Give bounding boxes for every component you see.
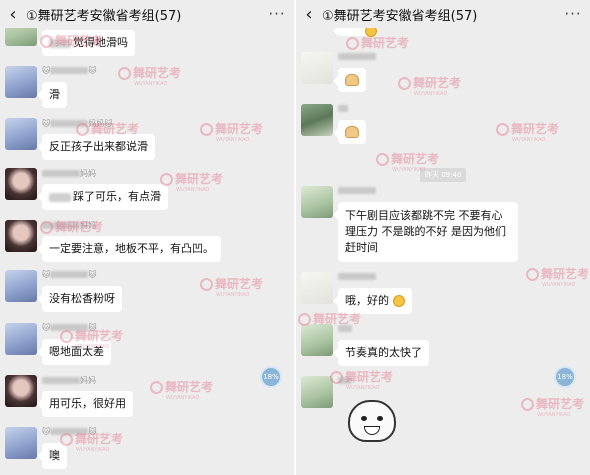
- watermark: 舞研艺考 WUYANYIKAO: [496, 120, 559, 143]
- avatar[interactable]: [301, 376, 333, 408]
- sender-name: [338, 52, 376, 61]
- sender-name: 🐱 妈妈🐱: [42, 119, 113, 128]
- watermark: 舞研艺考 WUYANYIKAO: [398, 74, 461, 97]
- left-chat-panel: ‹ ①舞研艺考安徽省考组(57) ··· 觉得地滑吗 🐱 🐱 滑 🐱 妈妈🐱 反正孩…: [0, 0, 294, 475]
- sender-name: 妈妈: [42, 168, 96, 179]
- sender-name: [338, 272, 376, 281]
- sender-name: [338, 324, 352, 333]
- message-bubble[interactable]: 噢: [37, 443, 67, 469]
- avatar[interactable]: [301, 52, 333, 84]
- more-icon: ···: [564, 5, 582, 23]
- message-bubble[interactable]: 一定要注意，地板不平，有凸凹。: [37, 236, 221, 262]
- back-button[interactable]: ‹: [296, 0, 322, 28]
- more-button[interactable]: ···: [556, 5, 590, 23]
- watermark: 舞研艺考 WUYANYIKAO: [200, 120, 263, 143]
- chat-header: ‹ ①舞研艺考安徽省考组(57) ···: [0, 0, 294, 28]
- avatar[interactable]: [301, 186, 333, 218]
- message-bubble[interactable]: 用可乐，很好用: [37, 391, 133, 417]
- message-text: 滑: [49, 88, 60, 101]
- progress-indicator[interactable]: 18%: [260, 366, 282, 388]
- message-text: 觉得地滑吗: [73, 36, 128, 49]
- sender-name: 🐱 🐱: [42, 66, 97, 75]
- message-text: 用可乐，很好用: [49, 397, 126, 410]
- redacted-name: [49, 38, 71, 48]
- message-bubble[interactable]: 嗯地面太差: [37, 339, 111, 365]
- sticker-bubble[interactable]: [333, 68, 366, 92]
- message-text: 下午剧目应该都跳不完 不要有心理压力 不是跳的不好 是因为他们赶时间: [345, 209, 506, 254]
- avatar[interactable]: [5, 427, 37, 459]
- sender-name: [338, 186, 376, 195]
- message-text: 噢: [49, 449, 60, 462]
- sticker-icon: [345, 126, 359, 138]
- sender-name: [338, 376, 352, 385]
- avatar[interactable]: [5, 270, 37, 302]
- avatar[interactable]: [5, 375, 37, 407]
- watermark: 舞研艺考 WUYANYIKAO: [150, 378, 213, 401]
- more-button[interactable]: ···: [260, 5, 294, 23]
- sender-name-suffix: 妈妈: [88, 119, 105, 128]
- timestamp-chip: 昨天 09:40: [420, 168, 467, 182]
- sender-name-suffix: 妈妈: [80, 376, 96, 385]
- sticker-bubble[interactable]: [333, 120, 366, 144]
- sender-name-suffix: 妈妈: [80, 221, 96, 230]
- message-bubble[interactable]: 觉得地滑吗: [37, 30, 135, 56]
- more-icon: ···: [268, 5, 286, 23]
- avatar[interactable]: [301, 272, 333, 304]
- cat-sticker[interactable]: [348, 400, 396, 442]
- message-text: 节奏真的太快了: [345, 346, 422, 359]
- avatar[interactable]: [5, 118, 37, 150]
- sender-name: 妈妈: [42, 220, 96, 231]
- sender-name: [338, 104, 348, 113]
- watermark: 舞研艺考 WUYANYIKAO: [200, 275, 263, 298]
- avatar[interactable]: [5, 220, 37, 252]
- chat-title: ①舞研艺考安徽省考组(57): [26, 8, 182, 24]
- chat-header: ‹ ①舞研艺考安徽省考组(57) ···: [296, 0, 590, 28]
- message-text: 哦，好的: [345, 294, 389, 307]
- message-bubble[interactable]: 滑: [37, 82, 67, 108]
- back-button[interactable]: ‹: [0, 0, 26, 28]
- message-text: 反正孩子出来都说滑: [49, 140, 148, 153]
- progress-indicator[interactable]: 18%: [554, 366, 576, 388]
- sender-name: 🐱 🐱: [42, 427, 97, 436]
- avatar[interactable]: [5, 323, 37, 355]
- redacted-name: [49, 192, 71, 202]
- smile-emoji-icon: [392, 295, 405, 307]
- sticker-icon: [345, 74, 359, 86]
- message-bubble[interactable]: 下午剧目应该都跳不完 不要有心理压力 不是跳的不好 是因为他们赶时间: [333, 202, 518, 262]
- chevron-left-icon: ‹: [305, 3, 313, 25]
- avatar[interactable]: [301, 104, 333, 136]
- message-bubble[interactable]: 没有松香粉呀: [37, 286, 122, 312]
- sender-name: 🐱 🐱: [42, 323, 97, 332]
- sender-name: 🐱 🐱: [42, 270, 97, 279]
- chat-title: ①舞研艺考安徽省考组(57): [322, 8, 478, 24]
- message-text: 没有松香粉呀: [49, 292, 115, 305]
- message-text: 嗯地面太差: [49, 345, 104, 358]
- chevron-left-icon: ‹: [9, 3, 17, 25]
- message-text: 一定要注意，地板不平，有凸凹。: [49, 242, 214, 255]
- sender-name: 妈妈: [42, 375, 96, 386]
- message-bubble[interactable]: 踩了可乐，有点滑: [37, 184, 168, 210]
- avatar[interactable]: [5, 66, 37, 98]
- watermark: 舞研艺考 WUYANYIKAO: [118, 64, 181, 87]
- avatar[interactable]: [5, 168, 37, 200]
- sender-name-suffix: 妈妈: [80, 169, 96, 178]
- right-chat-panel: ‹ ①舞研艺考安徽省考组(57) ··· 昨天 09:40 下午剧目应该都跳不完…: [296, 0, 590, 475]
- message-text: 踩了可乐，有点滑: [73, 190, 161, 203]
- watermark: 舞研艺考 WUYANYIKAO: [526, 265, 589, 288]
- watermark: 舞研艺考 WUYANYIKAO: [160, 170, 223, 193]
- avatar[interactable]: [301, 324, 333, 356]
- watermark: 舞研艺考 WUYANYIKAO: [521, 395, 584, 418]
- message-bubble[interactable]: 哦，好的: [333, 288, 412, 314]
- message-bubble[interactable]: 节奏真的太快了: [333, 340, 429, 366]
- message-bubble[interactable]: 反正孩子出来都说滑: [37, 134, 155, 160]
